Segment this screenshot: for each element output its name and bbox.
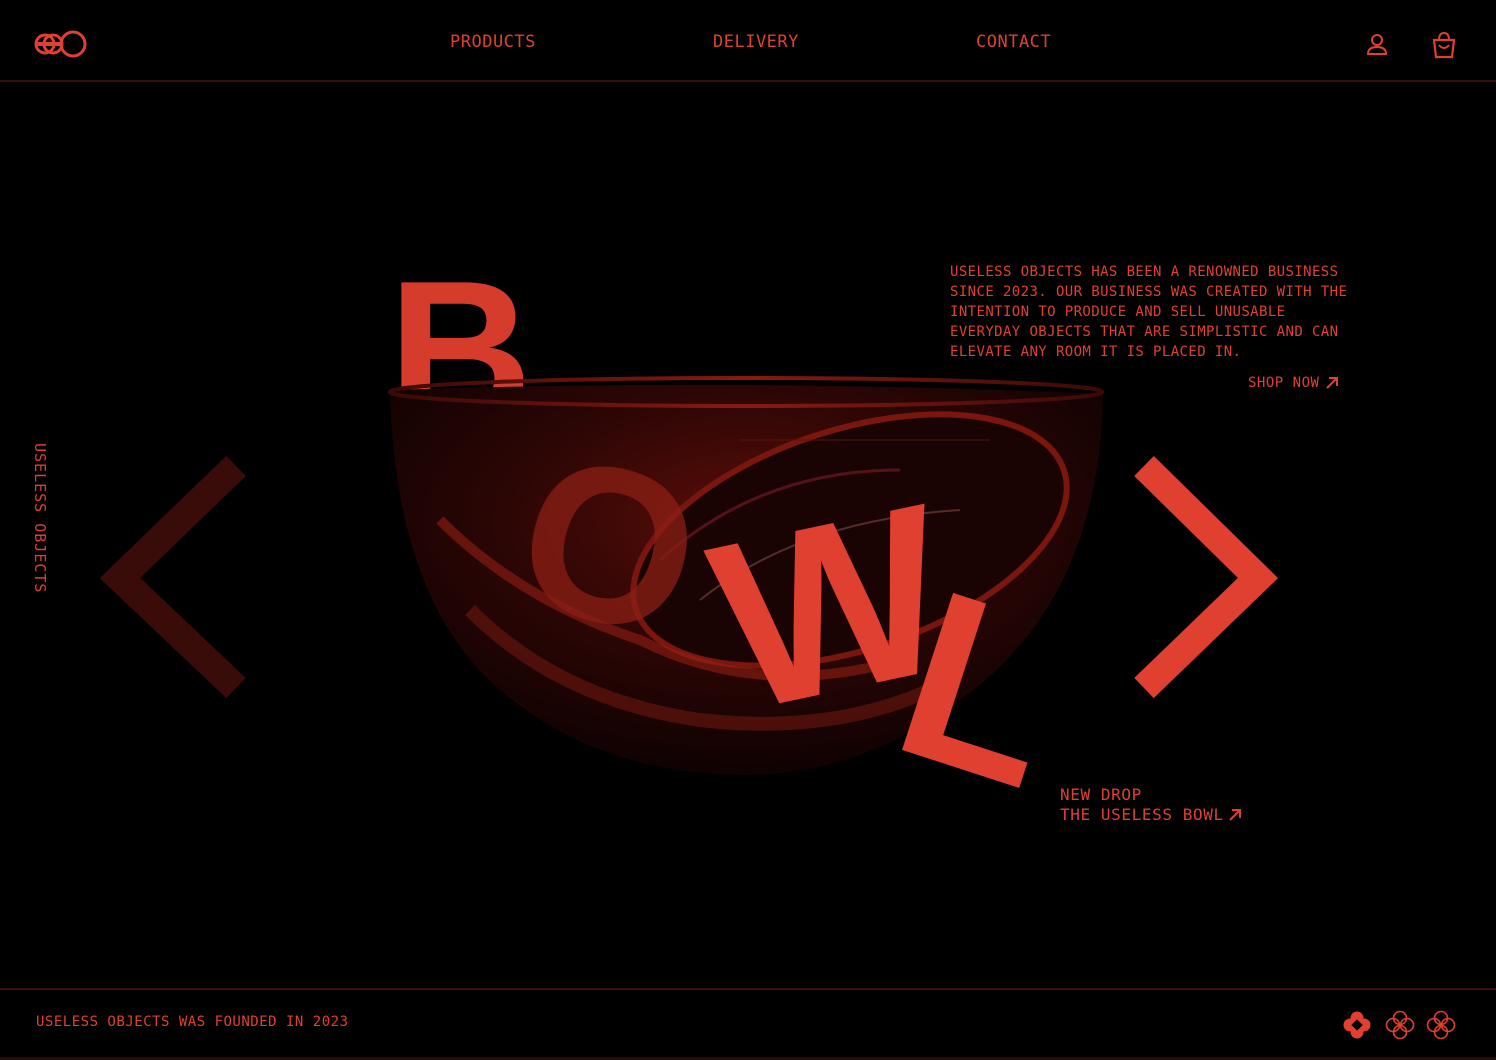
footer-founded-text: USELESS OBJECTS WAS FOUNDED IN 2023 xyxy=(36,1014,349,1030)
site-header: PRODUCTS DELIVERY CONTACT xyxy=(0,0,1496,82)
uo-logo-icon[interactable] xyxy=(34,29,88,59)
arrow-up-right-icon xyxy=(1229,809,1241,821)
chevron-right-icon[interactable] xyxy=(1134,456,1279,699)
site-footer: USELESS OBJECTS WAS FOUNDED IN 2023 xyxy=(0,988,1496,1060)
nav-contact[interactable]: CONTACT xyxy=(976,32,1051,52)
chevron-left-icon[interactable] xyxy=(99,455,246,699)
arrow-up-right-icon xyxy=(1326,377,1339,389)
pagination-dot-3[interactable] xyxy=(1426,1010,1456,1040)
new-drop-product-name: THE USELESS BOWL xyxy=(1060,805,1224,824)
pagination-dot-1-active[interactable] xyxy=(1342,1010,1372,1040)
shopping-bag-icon[interactable] xyxy=(1430,30,1458,60)
shop-now-link[interactable]: SHOP NOW xyxy=(1248,375,1339,391)
nav-delivery[interactable]: DELIVERY xyxy=(713,32,799,52)
new-drop-label: NEW DROP xyxy=(1060,785,1142,804)
shop-now-label: SHOP NOW xyxy=(1248,375,1320,391)
hero-artwork: B O W L xyxy=(99,240,1279,839)
new-drop-link[interactable]: NEW DROP THE USELESS BOWL xyxy=(1060,785,1242,825)
nav-products[interactable]: PRODUCTS xyxy=(450,32,536,52)
pagination-dot-2[interactable] xyxy=(1385,1010,1415,1040)
about-text: USELESS OBJECTS HAS BEEN A RENOWNED BUSI… xyxy=(950,264,1348,360)
user-icon[interactable] xyxy=(1364,30,1392,60)
